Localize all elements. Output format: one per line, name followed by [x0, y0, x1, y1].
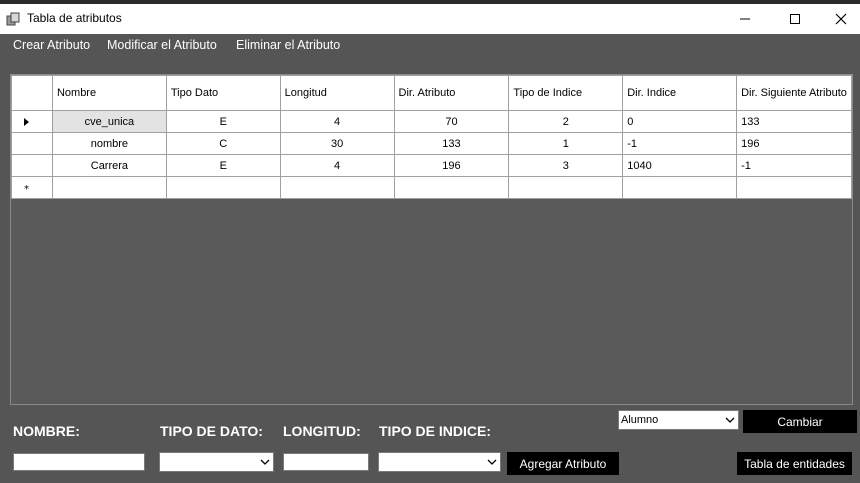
table-cell[interactable]: 3	[508, 154, 624, 177]
chevron-down-icon	[260, 459, 270, 465]
chevron-down-icon	[725, 417, 735, 423]
menu-crear-atributo[interactable]: Crear Atributo	[13, 38, 90, 52]
table-cell[interactable]: -1	[736, 154, 852, 177]
table-cell[interactable]	[508, 176, 624, 199]
minimize-button[interactable]	[722, 4, 768, 34]
table-cell[interactable]: nombre	[51, 132, 167, 155]
table-cell[interactable]: C	[165, 132, 281, 155]
row-header[interactable]	[11, 110, 53, 133]
table-cell[interactable]	[279, 176, 395, 199]
column-header-longitud[interactable]: Longitud	[279, 75, 395, 111]
table-cell[interactable]: 0	[622, 110, 738, 133]
nombre-input[interactable]	[13, 453, 145, 471]
column-header-dir-siguiente[interactable]: Dir. Siguiente Atributo	[736, 75, 852, 111]
window-title: Tabla de atributos	[27, 11, 122, 25]
new-row-asterisk-icon: *	[24, 184, 29, 193]
new-row[interactable]: *	[11, 176, 852, 199]
column-header-tipo-dato[interactable]: Tipo Dato	[165, 75, 281, 111]
menu-bar: Crear Atributo Modificar el Atributo Eli…	[0, 34, 860, 58]
close-icon	[835, 13, 847, 25]
table-cell[interactable]: 4	[279, 110, 395, 133]
table-cell[interactable]: 1040	[622, 154, 738, 177]
table-cell[interactable]: 196	[736, 132, 852, 155]
table-cell[interactable]: E	[165, 154, 281, 177]
attributes-grid[interactable]: Nombre Tipo Dato Longitud Dir. Atributo …	[10, 74, 853, 405]
column-header-tipo-indice[interactable]: Tipo de Indice	[508, 75, 624, 111]
svg-text:*: *	[24, 184, 29, 193]
table-row[interactable]: cve_unica E 4 70 2 0 133	[11, 110, 852, 133]
close-button[interactable]	[818, 4, 860, 34]
menu-modificar-atributo[interactable]: Modificar el Atributo	[107, 38, 217, 52]
table-cell[interactable]	[51, 176, 167, 199]
column-header-dir-atributo[interactable]: Dir. Atributo	[393, 75, 510, 111]
table-cell[interactable]: 1	[508, 132, 624, 155]
table-row[interactable]: nombre C 30 133 1 -1 196	[11, 132, 852, 155]
table-cell[interactable]: E	[165, 110, 281, 133]
current-row-arrow-icon	[24, 117, 29, 126]
row-header[interactable]: *	[11, 176, 53, 199]
table-cell[interactable]: 4	[279, 154, 395, 177]
agregar-atributo-button[interactable]: Agregar Atributo	[507, 452, 619, 475]
tipo-dato-label: TIPO DE DATO:	[160, 423, 263, 439]
row-header[interactable]	[11, 132, 53, 155]
row-header[interactable]	[11, 154, 53, 177]
minimize-icon	[740, 18, 750, 20]
tipo-dato-select[interactable]	[159, 452, 274, 472]
table-cell[interactable]	[393, 176, 510, 199]
table-cell[interactable]: 30	[279, 132, 395, 155]
app-cube-icon	[6, 12, 20, 26]
table-cell[interactable]: 70	[393, 110, 510, 133]
tipo-indice-select[interactable]	[378, 452, 501, 472]
column-header-dir-indice[interactable]: Dir. Indice	[622, 75, 738, 111]
table-cell[interactable]	[165, 176, 281, 199]
attributes-table: Nombre Tipo Dato Longitud Dir. Atributo …	[11, 75, 852, 199]
longitud-label: LONGITUD:	[283, 423, 361, 439]
entity-select-value: Alumno	[621, 414, 659, 426]
grid-header-row: Nombre Tipo Dato Longitud Dir. Atributo …	[11, 75, 852, 111]
table-cell[interactable]: 2	[508, 110, 624, 133]
tabla-entidades-button[interactable]: Tabla de entidades	[737, 452, 852, 475]
table-cell[interactable]: 133	[736, 110, 852, 133]
cambiar-button[interactable]: Cambiar	[743, 410, 857, 433]
nombre-label: NOMBRE:	[13, 423, 80, 439]
longitud-input[interactable]	[283, 453, 369, 471]
table-cell[interactable]	[622, 176, 738, 199]
table-cell[interactable]: Carrera	[51, 154, 167, 177]
entity-select[interactable]: Alumno	[618, 410, 739, 430]
maximize-button[interactable]	[772, 4, 818, 34]
table-cell[interactable]: -1	[622, 132, 738, 155]
table-cell[interactable]: 133	[393, 132, 510, 155]
table-cell[interactable]: 196	[393, 154, 510, 177]
menu-eliminar-atributo[interactable]: Eliminar el Atributo	[236, 38, 340, 52]
maximize-icon	[790, 14, 800, 24]
table-cell[interactable]	[736, 176, 852, 199]
chevron-down-icon	[487, 459, 497, 465]
row-header-corner	[11, 75, 53, 111]
column-header-nombre[interactable]: Nombre	[51, 75, 167, 111]
table-row[interactable]: Carrera E 4 196 3 1040 -1	[11, 154, 852, 177]
title-bar: Tabla de atributos	[0, 4, 860, 34]
table-cell[interactable]: cve_unica	[51, 110, 167, 133]
tipo-indice-label: TIPO DE INDICE:	[379, 423, 492, 439]
